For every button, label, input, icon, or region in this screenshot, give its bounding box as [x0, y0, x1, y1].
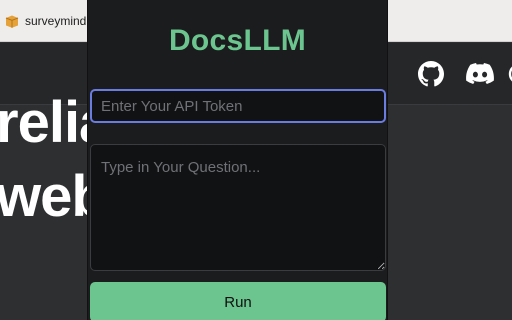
github-icon[interactable] [418, 61, 444, 87]
partial-nav-icon[interactable] [508, 63, 512, 85]
discord-icon[interactable] [466, 63, 494, 85]
browser-tab[interactable]: surveymind [0, 0, 86, 42]
question-textarea[interactable] [90, 144, 386, 271]
tab-title: surveymind [25, 14, 87, 28]
docsllm-popup: DocsLLM Run [87, 0, 388, 320]
app-title: DocsLLM [168, 24, 307, 57]
package-icon [5, 15, 19, 28]
api-token-input[interactable] [90, 89, 386, 123]
run-button[interactable]: Run [90, 282, 386, 320]
